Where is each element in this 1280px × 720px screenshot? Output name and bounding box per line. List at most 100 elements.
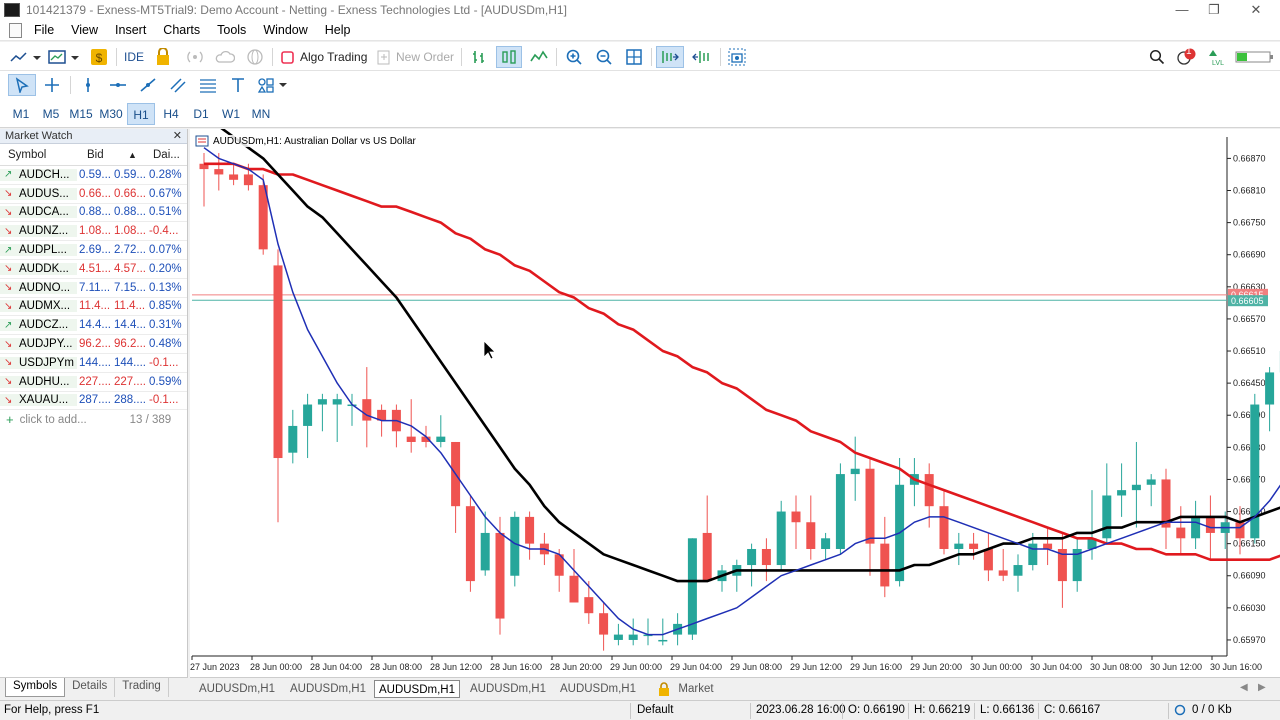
list-item[interactable]: ↘ AUDHU... 227.... 227.... 0.59% (0, 373, 187, 392)
y-tick-label: 0.66750 (1233, 218, 1266, 228)
daily-change-cell: 0.31% (149, 319, 182, 332)
list-item[interactable]: ↘ AUDMX... 11.4... 11.4... 0.85% (0, 298, 187, 317)
y-tick-label: 0.66090 (1233, 571, 1266, 581)
chart-header: AUDUSDm,H1: Australian Dollar vs US Doll… (195, 135, 416, 147)
timeframe-m15[interactable]: M15 (67, 103, 95, 125)
lock-button[interactable] (152, 46, 174, 68)
list-item[interactable]: ↘ AUDCA... 0.88... 0.88... 0.51% (0, 204, 187, 223)
menu-charts[interactable]: Charts (157, 20, 211, 41)
new-order-button[interactable]: New Order (376, 46, 454, 68)
notifications-button[interactable]: 1 (1174, 46, 1198, 68)
y-tick-label: 0.66810 (1233, 186, 1266, 196)
chart-tab-1[interactable]: AUDUSDm,H1 (192, 680, 282, 698)
cloud-button[interactable] (214, 46, 236, 68)
app-icon (4, 3, 20, 17)
zoom-out-button[interactable] (593, 46, 615, 68)
cursor-tool[interactable] (8, 74, 36, 96)
algo-trading-button[interactable]: Algo Trading (280, 46, 368, 68)
tab-details[interactable]: Details (65, 678, 116, 697)
list-item[interactable]: ↘ AUDNZ... 1.08... 1.08... -0.4... (0, 222, 187, 242)
symbol-name: AUDDK... (19, 262, 69, 275)
add-symbol-row[interactable]: + click to add... 13 / 389 (0, 410, 187, 429)
timeframe-mn[interactable]: MN (247, 103, 275, 125)
menu-tools[interactable]: Tools (211, 20, 257, 41)
list-item[interactable]: ↗ AUDCZ... 14.4... 14.4... 0.31% (0, 316, 187, 336)
menu-file[interactable]: File (28, 20, 65, 41)
timeframe-m1[interactable]: M1 (7, 103, 35, 125)
search-button[interactable] (1146, 46, 1168, 68)
fibonacci-tool[interactable] (196, 74, 220, 96)
candle-body (1205, 516, 1215, 533)
candlestick-chart-button[interactable] (496, 46, 522, 68)
tab-trading[interactable]: Trading (115, 678, 169, 697)
chart-tab-3[interactable]: AUDUSDm,H1 (374, 680, 460, 698)
close-window-button[interactable]: ✕ (1236, 0, 1276, 20)
channel-tool[interactable] (166, 74, 190, 96)
daily-change-cell: -0.4... (149, 225, 179, 238)
tile-windows-button[interactable] (623, 46, 645, 68)
signals-button[interactable] (184, 46, 206, 68)
menu-view[interactable]: View (65, 20, 109, 41)
list-item[interactable]: ↘ AUDDK... 4.51... 4.57... 0.20% (0, 260, 187, 279)
zoom-in-button[interactable] (563, 46, 585, 68)
chart-window-icon (48, 50, 79, 64)
profiles-button[interactable] (46, 46, 82, 68)
menu-window[interactable]: Window (257, 20, 318, 41)
list-item[interactable]: ↘ XAUAU... 287.... 288.... -0.1... (0, 392, 187, 411)
timeframe-m5[interactable]: M5 (37, 103, 65, 125)
candle-body (510, 516, 520, 576)
chart-tab-4[interactable]: AUDUSDm,H1 (464, 680, 552, 698)
market-tab[interactable]: Market (652, 680, 720, 698)
trendline-tool[interactable] (136, 74, 160, 96)
x-tick-label: 29 Jun 12:00 (790, 662, 842, 672)
menu-help[interactable]: Help (319, 20, 362, 41)
timeframe-w1[interactable]: W1 (217, 103, 245, 125)
sort-ascending-icon[interactable]: ▲ (112, 150, 147, 160)
bid-cell: 0.66... (79, 187, 111, 200)
line-chart-button[interactable] (528, 46, 550, 68)
x-tick-label: 30 Jun 04:00 (1030, 662, 1082, 672)
signal-level-button[interactable]: LVL (1206, 46, 1230, 68)
candle-body (214, 169, 224, 175)
tab-symbols[interactable]: Symbols (5, 678, 66, 697)
column-symbol[interactable]: Symbol (0, 149, 77, 161)
horizontal-line-tool[interactable] (106, 74, 130, 96)
list-item[interactable]: ↗ AUDCH... 0.59... 0.59... 0.28% (0, 166, 187, 185)
list-item[interactable]: ↗ AUDPL... 2.69... 2.72... 0.07% (0, 241, 187, 260)
symbol-name: USDJPYm (19, 356, 74, 369)
scroll-left-icon[interactable]: ◀ (1240, 682, 1248, 693)
timeframe-m30[interactable]: M30 (97, 103, 125, 125)
chart-tab-5[interactable]: AUDUSDm,H1 (554, 680, 642, 698)
bid-cell: 4.51... (79, 262, 111, 275)
price-chart[interactable]: 0.668700.668100.667500.666900.666300.665… (190, 114, 1280, 677)
bar-chart-button[interactable] (468, 46, 490, 68)
text-tool[interactable] (226, 74, 250, 96)
shapes-tool[interactable] (256, 74, 290, 96)
timeframe-d1[interactable]: D1 (187, 103, 215, 125)
menu-insert[interactable]: Insert (109, 20, 157, 41)
auto-scroll-button[interactable] (656, 46, 684, 68)
arrow-down-icon: ↘ (4, 394, 13, 406)
column-daily[interactable]: Dai... (147, 149, 185, 161)
crosshair-tool[interactable] (40, 74, 64, 96)
scroll-right-icon[interactable]: ▶ (1258, 682, 1266, 693)
market-button[interactable]: $ (88, 46, 110, 68)
column-bid[interactable]: Bid (77, 149, 112, 161)
restore-button[interactable]: ❐ (1194, 0, 1234, 20)
list-item[interactable]: ↘ USDJPYm 144.... 144.... -0.1... (0, 354, 187, 373)
new-chart-button[interactable] (8, 46, 42, 68)
vertical-line-tool[interactable] (76, 74, 100, 96)
timeframe-h1[interactable]: H1 (127, 103, 155, 125)
list-item[interactable]: ↘ AUDJPY... 96.2... 96.2... 0.48% (0, 335, 187, 354)
screenshot-button[interactable] (726, 46, 748, 68)
timeframe-h4[interactable]: H4 (157, 103, 185, 125)
chart-window[interactable]: 0.66870 0.66810 0.66750 0.66690 0.66630 0.665… (190, 114, 1280, 677)
ide-button[interactable]: IDE (121, 46, 147, 68)
list-item[interactable]: ↘ AUDNO... 7.11... 7.15... 0.13% (0, 279, 187, 298)
vps-button[interactable] (244, 46, 266, 68)
list-item[interactable]: ↘ AUDUS... 0.66... 0.66... 0.67% (0, 185, 187, 204)
chart-tab-2[interactable]: AUDUSDm,H1 (284, 680, 372, 698)
chart-shift-button[interactable] (688, 46, 714, 68)
close-icon[interactable]: ✕ (173, 129, 182, 143)
candle-body (1265, 372, 1275, 405)
